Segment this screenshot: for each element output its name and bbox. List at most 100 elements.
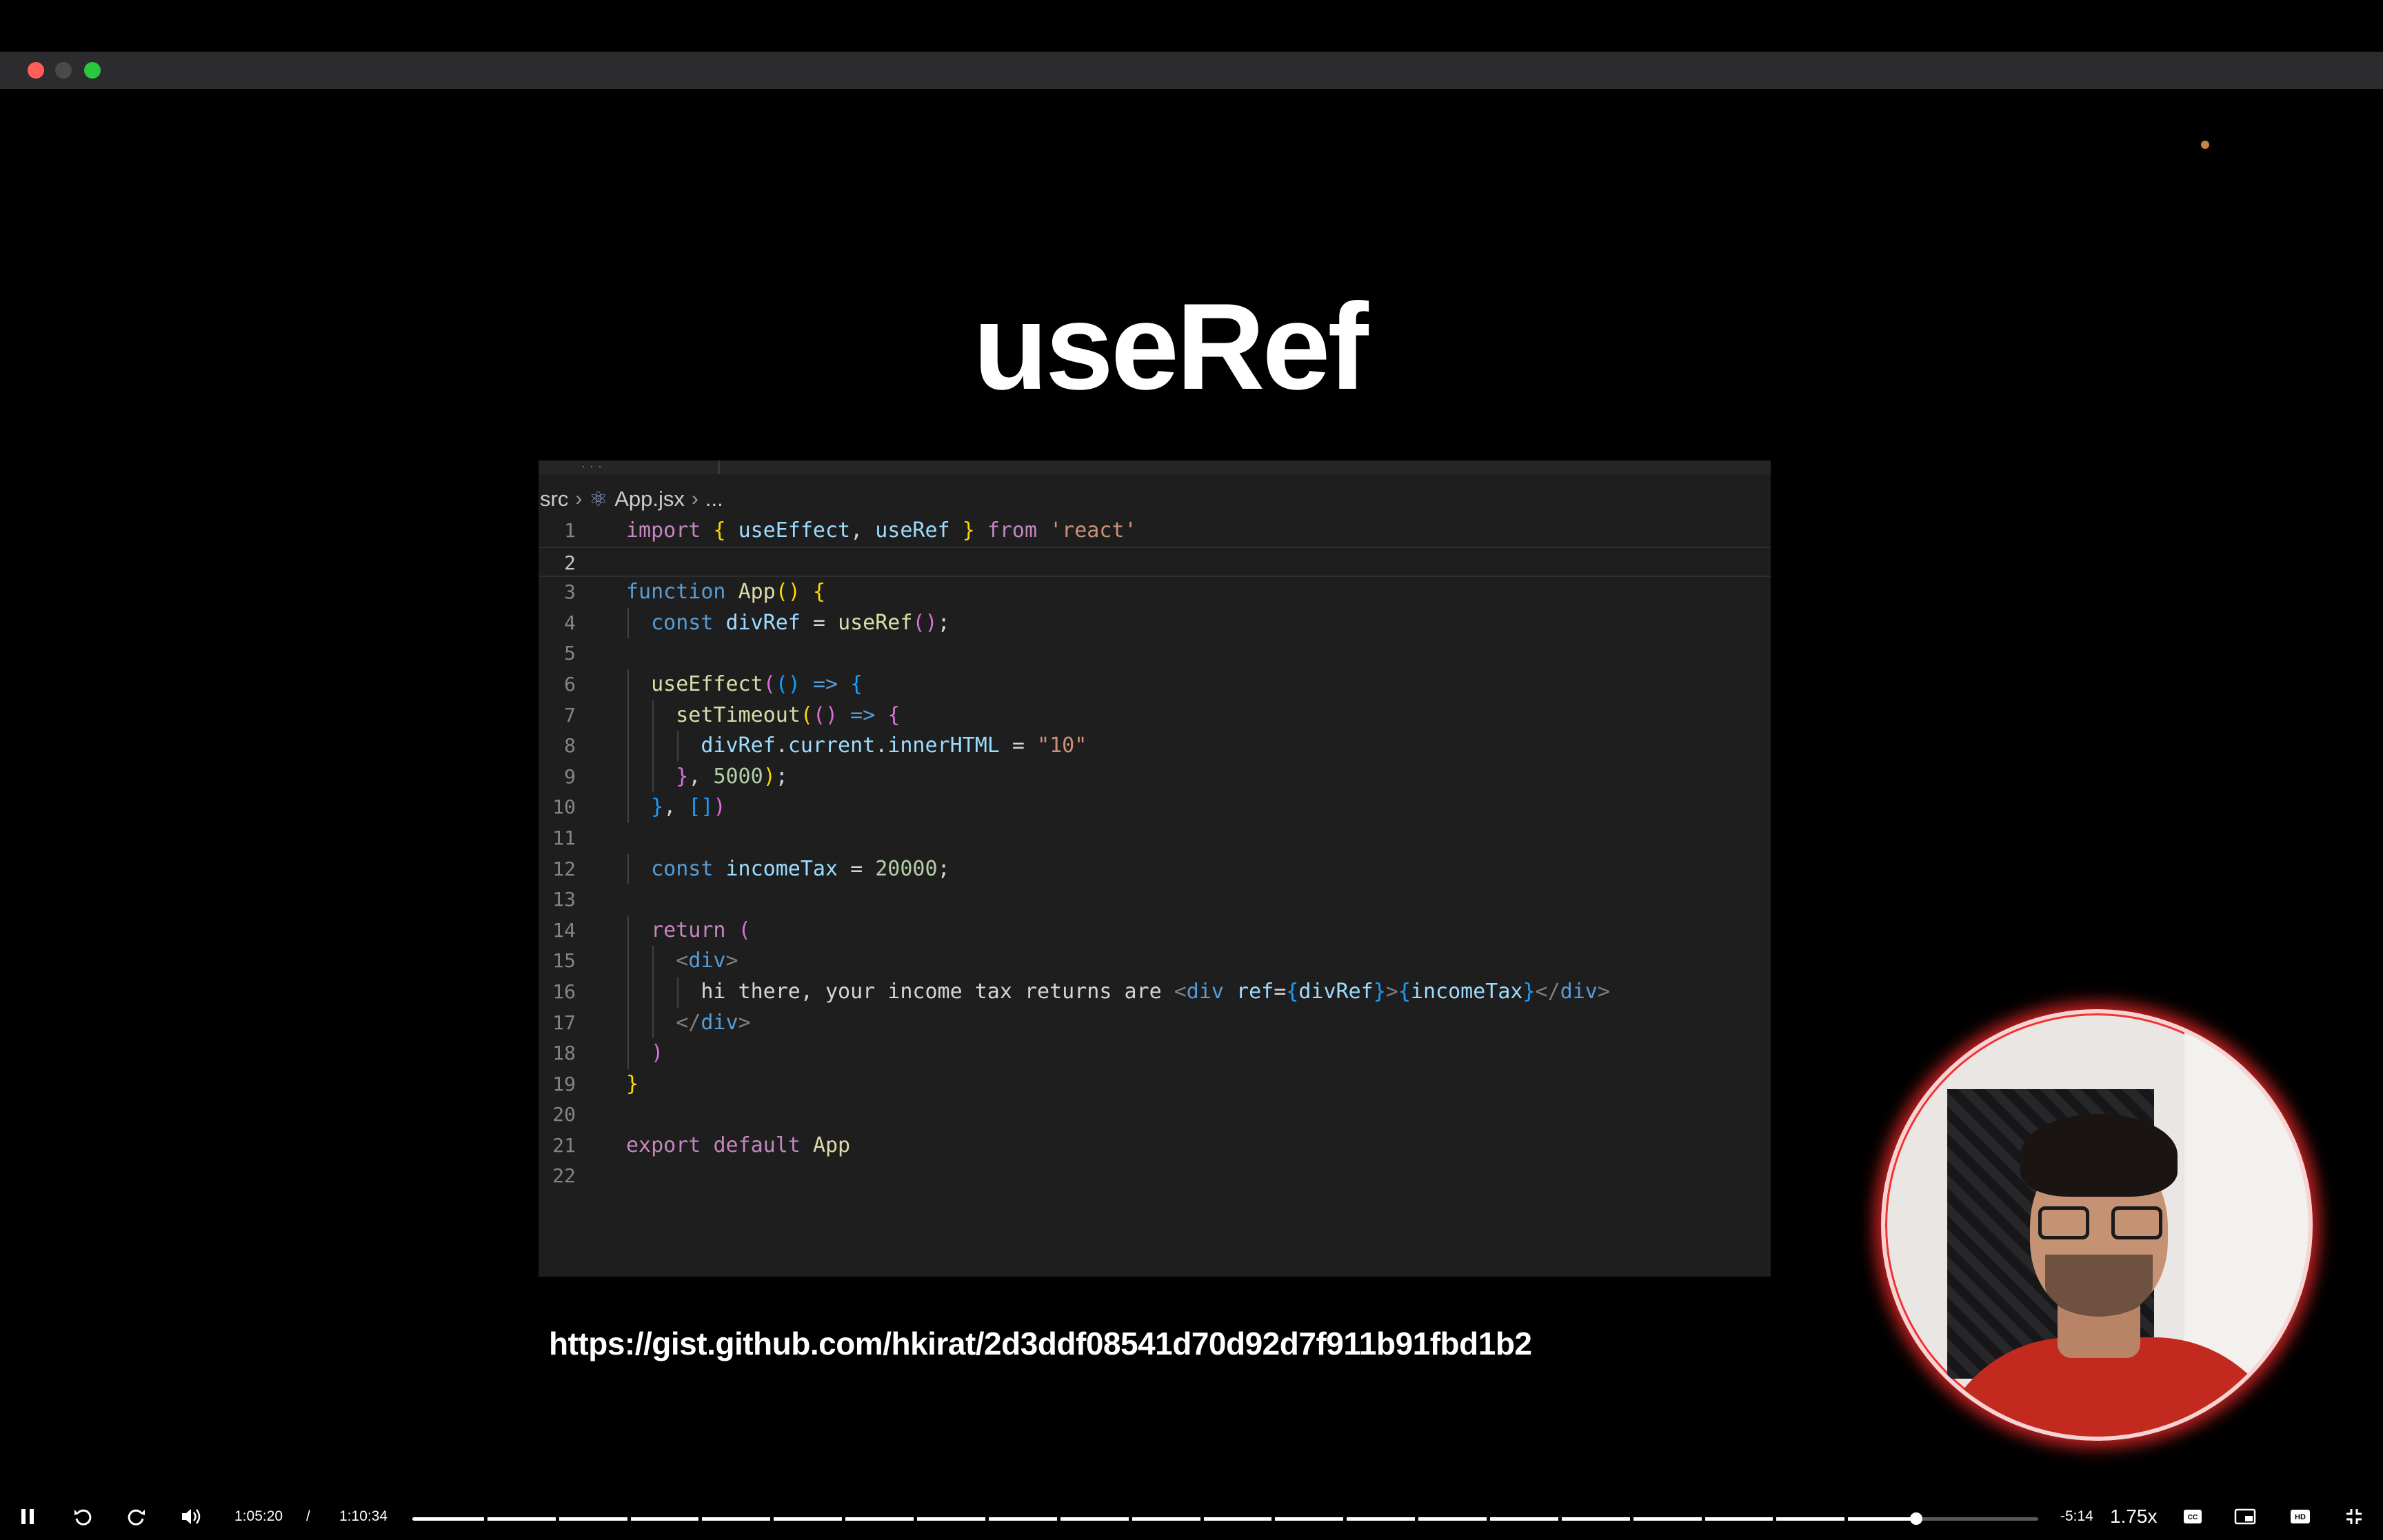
line-number: 1 <box>564 519 576 542</box>
line-number: 12 <box>552 857 576 880</box>
svg-text:HD: HD <box>2295 1513 2306 1521</box>
tab-divider <box>718 460 720 474</box>
code-token: App <box>738 580 776 605</box>
line-number: 10 <box>552 796 576 819</box>
code-token: < <box>1174 979 1187 1004</box>
code-token: useEffect <box>738 518 851 543</box>
code-token: ; <box>937 610 950 635</box>
code-token: , <box>688 764 714 789</box>
code-token: ) <box>763 764 776 789</box>
code-token: useRef <box>875 518 950 543</box>
code-token: import <box>626 518 701 543</box>
playback-speed-button[interactable]: 1.75x <box>2110 1493 2158 1540</box>
code-token: divRef <box>1298 979 1374 1004</box>
duration: 1:10:34 <box>339 1508 388 1524</box>
chapter-marker <box>985 1517 989 1521</box>
seek-bar[interactable] <box>412 1512 2038 1525</box>
chapter-marker <box>1128 1517 1132 1521</box>
slide-title: useRef <box>973 278 1369 415</box>
chevron-right-icon: › <box>575 487 583 510</box>
code-token: 'react' <box>1049 518 1137 543</box>
code-token: const <box>651 610 714 635</box>
code-line: 1 import { useEffect, useRef } from 'reac… <box>539 516 1771 547</box>
time-separator: / <box>306 1508 310 1524</box>
code-line: 2 <box>539 546 1771 578</box>
code-token: incomeTax <box>725 856 838 881</box>
code-line: 18 ) <box>539 1038 1771 1069</box>
chapter-marker <box>627 1517 631 1521</box>
code-text: }, []) <box>626 792 726 823</box>
code-token: "10" <box>1037 733 1087 758</box>
code-token: from <box>987 518 1038 543</box>
code-token: ) <box>713 795 726 820</box>
window-minimize-button[interactable] <box>55 62 72 79</box>
chapter-marker <box>914 1517 918 1521</box>
forward-button[interactable] <box>121 1493 152 1540</box>
code-line: 17 </div> <box>539 1007 1771 1039</box>
exit-fullscreen-button[interactable] <box>2340 1493 2368 1540</box>
captions-button[interactable]: CC <box>2179 1493 2206 1540</box>
window-maximize-button[interactable] <box>84 62 101 79</box>
code-line: 8 divRef.current.innerHTML = "10" <box>539 731 1771 762</box>
code-text: const divRef = useRef(); <box>626 608 950 639</box>
code-token: ( <box>738 918 751 942</box>
code-text: setTimeout(() => { <box>626 700 900 731</box>
code-text: </div> <box>626 1008 751 1039</box>
code-text: divRef.current.innerHTML = "10" <box>626 731 1087 762</box>
code-token: [] <box>688 795 714 820</box>
code-token: => <box>850 702 876 727</box>
code-text: ) <box>626 1038 663 1069</box>
line-number: 18 <box>552 1042 576 1065</box>
code-token: div <box>1186 979 1224 1004</box>
hd-quality-button[interactable]: HD <box>2286 1493 2314 1540</box>
hd-icon: HD <box>2291 1510 2310 1523</box>
volume-icon <box>182 1509 201 1524</box>
code-line: 3 function App() { <box>539 577 1771 608</box>
code-line: 10 }, []) <box>539 792 1771 823</box>
breadcrumb-folder: src <box>540 487 569 511</box>
line-number: 21 <box>552 1133 576 1157</box>
line-number: 17 <box>552 1011 576 1034</box>
code-token: } <box>1522 979 1536 1004</box>
code-token: } <box>1373 979 1386 1004</box>
code-token: setTimeout <box>676 702 801 727</box>
code-token: > <box>738 1010 751 1035</box>
code-token: 5000 <box>713 764 763 789</box>
picture-in-picture-button[interactable] <box>2231 1493 2259 1540</box>
code-token: > <box>1385 979 1398 1004</box>
code-token: < <box>676 949 689 973</box>
code-token: 20000 <box>875 856 938 881</box>
code-text: }, 5000); <box>626 762 788 793</box>
rewind-button[interactable] <box>68 1493 98 1540</box>
code-token: = <box>838 856 876 881</box>
code-lines: 1 import { useEffect, useRef } from 'reac… <box>539 516 1771 1192</box>
chapter-marker <box>1558 1517 1562 1521</box>
code-line: 5 <box>539 638 1771 669</box>
window-close-button[interactable] <box>28 62 44 79</box>
line-number: 8 <box>564 734 576 758</box>
chapter-marker <box>1844 1517 1849 1521</box>
remaining-time: -5:14 <box>2060 1508 2093 1524</box>
current-time: 1:05:20 <box>234 1508 283 1524</box>
volume-button[interactable] <box>177 1493 207 1540</box>
code-text: <div> <box>626 946 738 977</box>
code-token: () <box>775 580 801 605</box>
code-token: default <box>713 1133 801 1157</box>
captions-icon: CC <box>2184 1510 2202 1523</box>
code-token: divRef <box>701 733 776 758</box>
pause-button[interactable] <box>14 1493 41 1540</box>
code-token: div <box>1560 979 1598 1004</box>
code-token: > <box>1597 979 1610 1004</box>
